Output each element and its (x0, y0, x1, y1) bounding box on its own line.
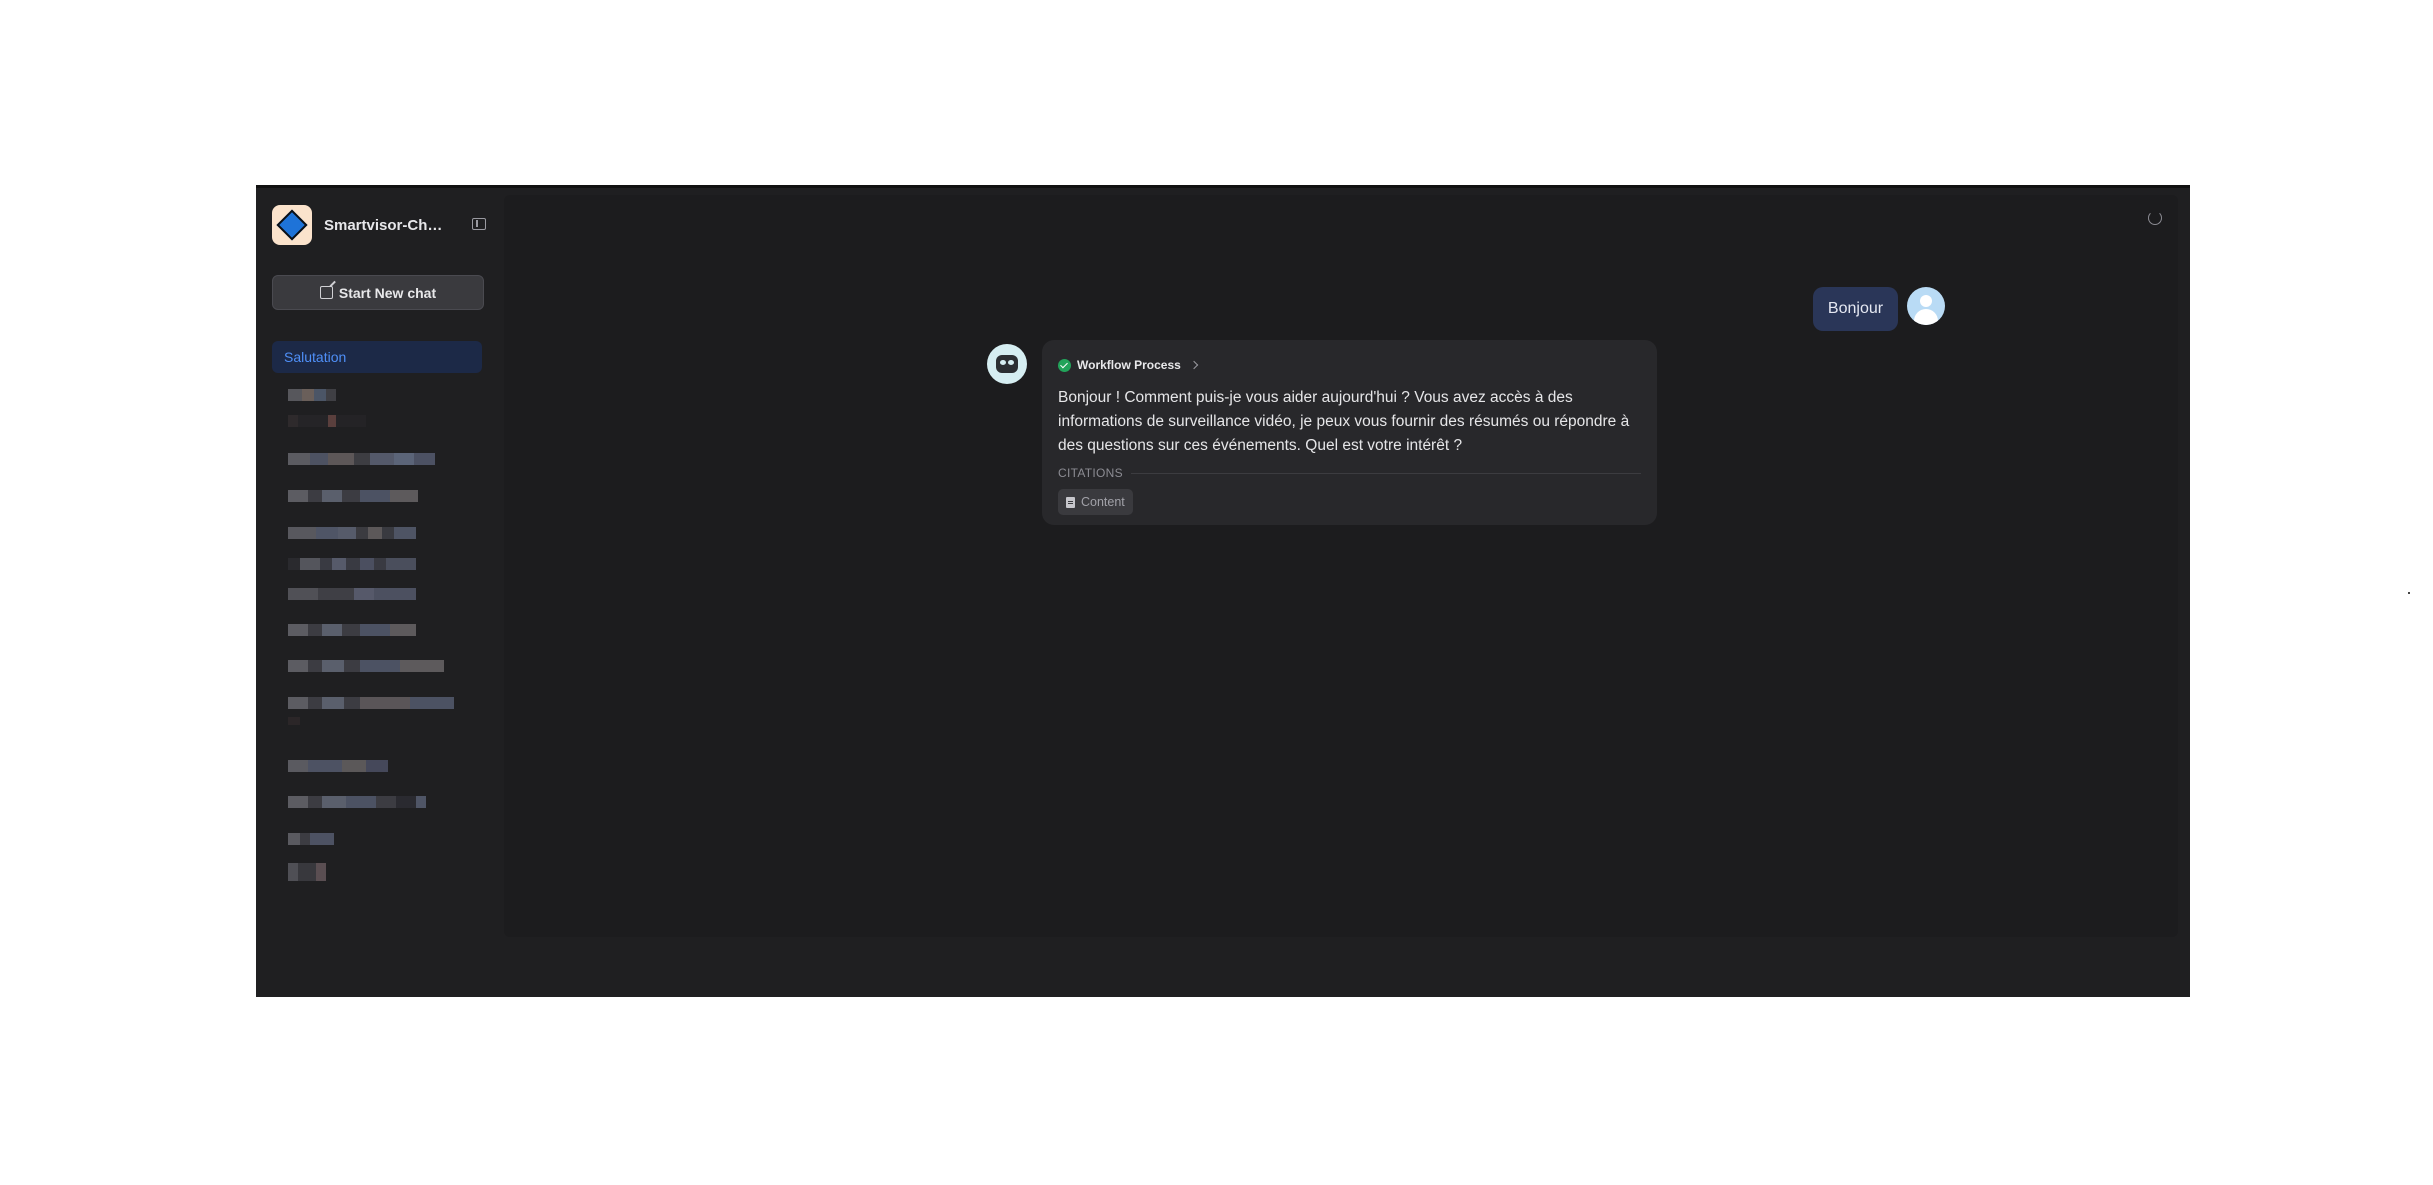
window-top-border (256, 185, 2190, 188)
app-header: Smartvisor-Chat... (272, 205, 486, 245)
user-avatar-head (1920, 295, 1932, 307)
start-new-chat-button[interactable]: Start New chat (272, 275, 484, 310)
app-logo (272, 205, 312, 245)
stray-dot (2408, 592, 2410, 594)
diamond-logo-icon (276, 209, 308, 241)
workflow-process-toggle[interactable]: Workflow Process (1058, 356, 1641, 374)
edit-icon (319, 286, 333, 299)
citations-divider (1130, 472, 1641, 474)
conversation-item-redacted[interactable] (288, 863, 326, 881)
workflow-process-label: Workflow Process (1077, 358, 1181, 372)
refresh-icon[interactable] (2148, 211, 2162, 225)
app-title: Smartvisor-Chat... (324, 216, 444, 234)
user-avatar-icon (1907, 287, 1945, 325)
citations-label: CITATIONS (1058, 466, 1123, 480)
user-avatar-body (1914, 309, 1938, 325)
conversation-item-redacted[interactable] (288, 527, 416, 539)
check-circle-icon (1058, 358, 1071, 372)
conversation-item-redacted[interactable] (288, 833, 334, 845)
conversation-item-redacted[interactable] (288, 624, 416, 636)
conversation-item-redacted[interactable] (288, 697, 454, 709)
conversation-item-active[interactable]: Salutation (272, 341, 482, 373)
citation-chip[interactable]: Content (1058, 489, 1133, 515)
assistant-message-card: Workflow Process Bonjour ! Comment puis-… (1042, 340, 1657, 525)
start-new-chat-label: Start New chat (338, 284, 437, 301)
conversation-item-redacted[interactable] (288, 490, 418, 502)
sidebar: Smartvisor-Chat... Start New chat Saluta… (256, 188, 502, 997)
assistant-message-text: Bonjour ! Comment puis-je vous aider auj… (1058, 389, 1630, 454)
chat-main-panel: Bonjour Workflow Process Bonjour ! Comme… (504, 195, 2178, 937)
conversation-item-redacted[interactable] (288, 588, 416, 600)
conversation-item-redacted[interactable] (288, 558, 416, 570)
conversation-item-label: Salutation (284, 349, 347, 365)
conversation-item-redacted[interactable] (288, 415, 366, 427)
document-icon (1066, 496, 1075, 508)
bot-avatar-icon (987, 344, 1027, 384)
conversation-item-redacted[interactable] (288, 660, 444, 672)
conversation-item-redacted[interactable] (288, 760, 388, 772)
user-message-bubble: Bonjour (1813, 287, 1898, 331)
conversation-item-redacted[interactable] (288, 796, 426, 808)
chevron-right-icon (1189, 360, 1199, 370)
bot-face (996, 355, 1018, 373)
citations-header: CITATIONS (1058, 466, 1641, 480)
conversation-item-redacted (288, 717, 300, 725)
sidebar-toggle-icon[interactable] (472, 218, 486, 230)
citation-chip-label: Content (1081, 495, 1125, 509)
conversation-item-redacted[interactable] (288, 389, 336, 401)
user-message-text: Bonjour (1827, 300, 1884, 317)
chat-app-window: Smartvisor-Chat... Start New chat Saluta… (256, 185, 2190, 997)
conversation-item-redacted[interactable] (288, 453, 435, 465)
